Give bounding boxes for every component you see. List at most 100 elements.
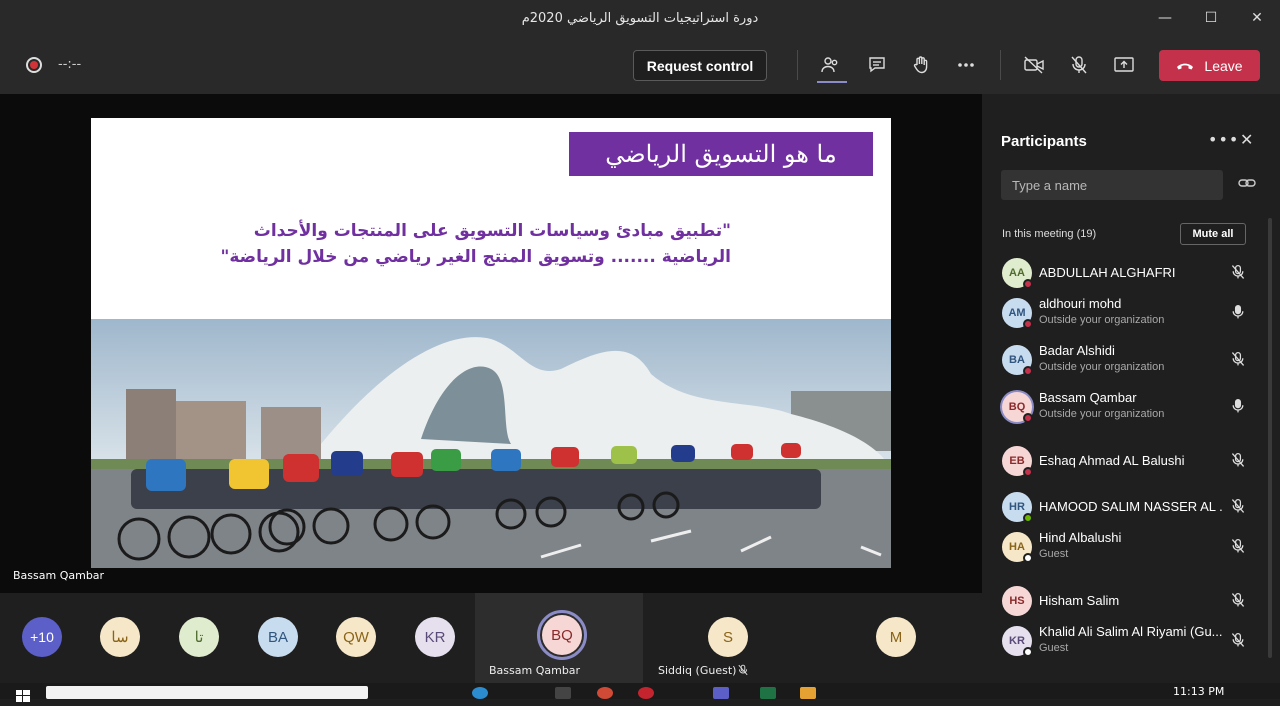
participant-avatar: AM bbox=[1002, 298, 1033, 329]
strip-avatar[interactable]: S bbox=[708, 617, 748, 657]
mute-all-button[interactable]: Mute all bbox=[1180, 223, 1246, 245]
participant-row[interactable]: BA Badar Alshidi Outside your organizati… bbox=[982, 337, 1264, 383]
close-window-button[interactable]: ✕ bbox=[1234, 0, 1280, 36]
participant-subtitle: Outside your organization bbox=[1039, 408, 1165, 420]
chat-icon[interactable] bbox=[864, 52, 890, 78]
active-speaker-tile[interactable]: BQ Bassam Qambar bbox=[475, 593, 643, 683]
participant-row[interactable]: EB Eshaq Ahmad AL Balushi bbox=[982, 438, 1264, 484]
toolbar-divider bbox=[1000, 50, 1001, 80]
mic-off-icon[interactable] bbox=[1230, 498, 1246, 518]
participant-name: ABDULLAH ALGHAFRI bbox=[1039, 265, 1176, 280]
participant-row[interactable]: AM aldhouri mohd Outside your organizati… bbox=[982, 290, 1264, 336]
phone-icon bbox=[1177, 63, 1194, 69]
slide-body: "تطبيق مبادئ وسياسات التسويق على المنتجا… bbox=[191, 218, 731, 270]
participant-name: Bassam Qambar bbox=[1039, 390, 1137, 405]
presenter-name: Bassam Qambar bbox=[13, 569, 105, 582]
active-tab-indicator bbox=[817, 81, 847, 83]
avatar-initials: AA bbox=[1009, 267, 1025, 279]
siddiq-name: Siddiq (Guest) bbox=[658, 664, 737, 677]
presence-status bbox=[1023, 513, 1033, 523]
request-control-button[interactable]: Request control bbox=[633, 50, 767, 81]
leave-button[interactable]: Leave bbox=[1159, 50, 1260, 81]
title-bar: دورة استراتيجيات التسويق الرياضي 2020م —… bbox=[0, 0, 1280, 36]
participant-name: Hind Albalushi bbox=[1039, 530, 1122, 545]
mic-icon[interactable] bbox=[1230, 304, 1246, 324]
mic-off-icon[interactable] bbox=[1230, 632, 1246, 652]
taskbar-clock: 11:13 PM bbox=[1173, 685, 1225, 698]
participant-name: Badar Alshidi bbox=[1039, 343, 1115, 358]
presence-status bbox=[1023, 319, 1033, 329]
presence-status bbox=[1023, 647, 1033, 657]
presence-status bbox=[1023, 279, 1033, 289]
active-speaker-name: Bassam Qambar bbox=[489, 664, 581, 677]
participant-name: Eshaq Ahmad AL Balushi bbox=[1039, 453, 1185, 468]
avatar-initials: AM bbox=[1008, 307, 1026, 319]
chrome-icon[interactable] bbox=[597, 687, 613, 699]
more-icon[interactable] bbox=[953, 52, 979, 78]
strip-avatar[interactable]: BA bbox=[258, 617, 298, 657]
camera-off-icon[interactable] bbox=[1021, 52, 1047, 78]
close-icon[interactable]: ✕ bbox=[1240, 130, 1253, 149]
cycling-race-photo bbox=[91, 319, 891, 568]
strip-avatar[interactable]: سا bbox=[100, 617, 140, 657]
participant-subtitle: Guest bbox=[1039, 548, 1069, 560]
in-meeting-count[interactable]: In this meeting (19) bbox=[1002, 228, 1096, 240]
avatar-initials: HR bbox=[1009, 501, 1025, 513]
participant-strip: +10 سا تا BA QW KR BQ Bassam Qambar S Si… bbox=[0, 593, 982, 683]
windows-taskbar: 11:13 PM bbox=[0, 683, 1280, 702]
app-icon[interactable] bbox=[800, 687, 816, 699]
participant-row[interactable]: BQ Bassam Qambar Outside your organizati… bbox=[982, 384, 1264, 430]
mic-off-icon[interactable] bbox=[1230, 592, 1246, 612]
participant-avatar: EB bbox=[1002, 446, 1033, 477]
minimize-button[interactable]: — bbox=[1142, 0, 1188, 36]
avatar-initials: EB bbox=[1009, 455, 1025, 467]
participants-icon[interactable] bbox=[817, 52, 843, 78]
maximize-button[interactable]: ☐ bbox=[1188, 0, 1234, 36]
panel-scrollbar[interactable] bbox=[1268, 218, 1272, 658]
mic-off-icon[interactable] bbox=[1066, 52, 1092, 78]
presence-status bbox=[1023, 553, 1033, 563]
participant-row[interactable]: KR Khalid Ali Salim Al Riyami (Gu... Gue… bbox=[982, 618, 1264, 664]
participant-search-input[interactable] bbox=[1001, 170, 1223, 200]
raise-hand-icon[interactable] bbox=[908, 52, 934, 78]
excel-icon[interactable] bbox=[760, 687, 776, 699]
participant-name: aldhouri mohd bbox=[1039, 296, 1122, 311]
taskbar-search-box[interactable] bbox=[46, 686, 368, 699]
shared-screen-stage: ما هو التسويق الرياضي "تطبيق مبادئ وسياس… bbox=[0, 94, 982, 593]
mic-off-icon[interactable] bbox=[1230, 538, 1246, 558]
windows-start-icon[interactable] bbox=[16, 687, 30, 702]
edge-icon[interactable] bbox=[472, 687, 488, 699]
more-icon[interactable]: ••• bbox=[1208, 130, 1239, 149]
participant-avatar: AA bbox=[1002, 258, 1033, 289]
strip-avatar-active: BQ bbox=[542, 615, 582, 655]
mic-off-icon[interactable] bbox=[1230, 452, 1246, 472]
strip-avatar[interactable]: KR bbox=[415, 617, 455, 657]
link-icon[interactable] bbox=[1238, 176, 1256, 190]
strip-avatar[interactable]: M bbox=[876, 617, 916, 657]
participant-avatar: HA bbox=[1002, 532, 1033, 563]
slide-title: ما هو التسويق الرياضي bbox=[569, 132, 873, 176]
share-icon[interactable] bbox=[1111, 52, 1137, 78]
participant-name: Khalid Ali Salim Al Riyami (Gu... bbox=[1039, 624, 1223, 639]
participant-avatar: BQ bbox=[1002, 392, 1033, 423]
participant-name: Hisham Salim bbox=[1039, 593, 1120, 608]
presence-status bbox=[1023, 413, 1033, 423]
opera-icon[interactable] bbox=[638, 687, 654, 699]
mic-off-icon bbox=[738, 664, 748, 676]
meeting-timer: --:-- bbox=[58, 57, 82, 72]
overflow-participants[interactable]: +10 bbox=[22, 617, 62, 657]
avatar-initials: HS bbox=[1009, 595, 1025, 607]
participant-row[interactable]: HA Hind Albalushi Guest bbox=[982, 524, 1264, 570]
avatar-initials: BQ bbox=[1008, 401, 1026, 413]
participant-avatar: BA bbox=[1002, 345, 1033, 376]
window-controls: — ☐ ✕ bbox=[1142, 0, 1280, 36]
strip-avatar[interactable]: تا bbox=[179, 617, 219, 657]
mic-off-icon[interactable] bbox=[1230, 264, 1246, 284]
participant-avatar: KR bbox=[1002, 626, 1033, 657]
mic-icon[interactable] bbox=[1230, 398, 1246, 418]
mic-off-icon[interactable] bbox=[1230, 351, 1246, 371]
teams-icon[interactable] bbox=[713, 687, 729, 699]
store-icon[interactable] bbox=[555, 687, 571, 699]
strip-avatar[interactable]: QW bbox=[336, 617, 376, 657]
participant-subtitle: Outside your organization bbox=[1039, 314, 1165, 326]
